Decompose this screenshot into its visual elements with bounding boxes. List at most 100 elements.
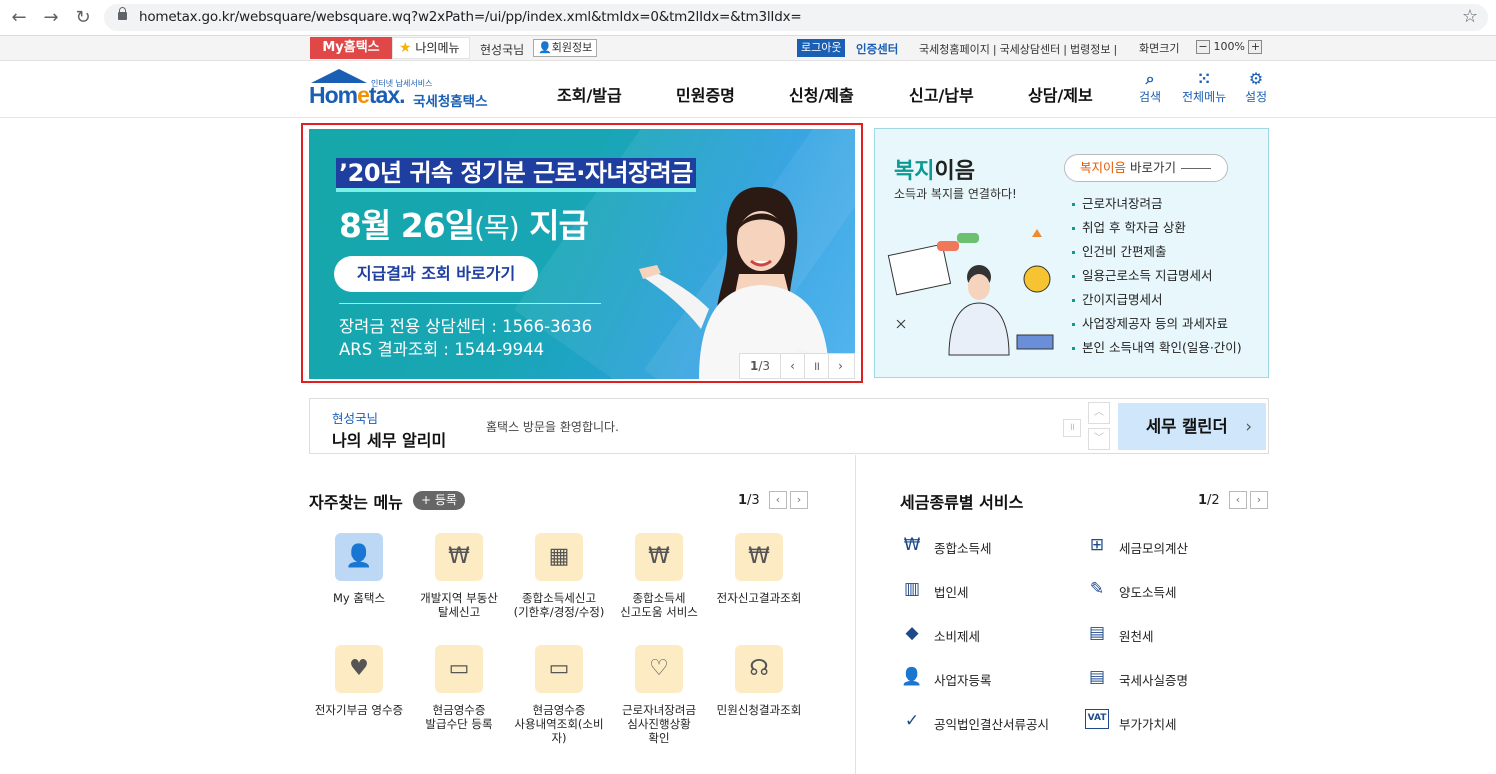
notifier-message[interactable]: 홈택스 방문을 환영합니다. [486, 418, 619, 435]
favorite-cash-receipt-register[interactable]: ▭ 현금영수증 발급수단 등록 [409, 645, 509, 731]
welfare-panel: 복지이음 소득과 복지를 연결하다! 복지이음 바로가기 근로자녀장려금 취업 … [874, 128, 1269, 378]
bookmark-star-icon[interactable]: ☆ [1462, 6, 1478, 27]
favorites-register-button[interactable]: + 등록 [413, 491, 465, 510]
heart-hand-glyph: ♡ [649, 656, 669, 681]
back-icon[interactable]: ← [8, 7, 30, 29]
favorite-donation-receipt[interactable]: ♥ 전자기부금 영수증 [309, 645, 409, 717]
favorite-efiling-result[interactable]: ₩ 전자신고결과조회 [709, 533, 809, 605]
pager-current: 1 [749, 359, 759, 373]
browser-toolbar: ← → ↻ hometax.go.kr/websquare/websquare.… [0, 0, 1496, 36]
util-link-consult[interactable]: 국세상담센터 [1000, 43, 1061, 56]
corporate-building-icon: ▥ [903, 579, 921, 599]
favorites-prev-button[interactable]: ‹ [769, 491, 787, 509]
tax-item-public-disclosure[interactable]: ✓ 공익법인결산서류공시 [905, 711, 1049, 733]
nav-filing[interactable]: 신고/납부 [909, 82, 974, 106]
favorite-income-tax-help[interactable]: ₩ 종합소득세 신고도움 서비스 [609, 533, 709, 619]
favorite-civil-result[interactable]: ☊ 민원신청결과조회 [709, 645, 809, 717]
banner-result-button[interactable]: 지급결과 조회 바로가기 [334, 256, 538, 292]
logout-button[interactable]: 로그아웃 [797, 39, 846, 57]
favorite-realestate-report[interactable]: ₩ 개발지역 부동산 탈세신고 [409, 533, 509, 619]
favorites-title: 자주찾는 메뉴 [309, 493, 403, 512]
welfare-item[interactable]: 인건비 간편제출 [1070, 240, 1242, 264]
clipboard-check-icon: ✓ [904, 711, 920, 731]
nav-certificate[interactable]: 민원증명 [676, 82, 735, 106]
tax-item-consumption[interactable]: ◆ 소비제세 [905, 623, 980, 645]
reload-icon[interactable]: ↻ [72, 7, 94, 29]
util-link-law[interactable]: 법령정보 [1070, 43, 1110, 56]
welfare-item[interactable]: 사업장제공자 등의 과세자료 [1070, 312, 1242, 336]
favorites-page-total: /3 [747, 493, 760, 508]
building-money-glyph: ₩ [448, 544, 470, 569]
main-banner[interactable]: ’20년 귀속 정기분 근로·자녀장려금 8월 26일(목) 지급 지급결과 조… [301, 123, 863, 383]
gear-icon: ⚙ [1248, 69, 1264, 88]
banner-slide[interactable]: ’20년 귀속 정기분 근로·자녀장려금 8월 26일(목) 지급 지급결과 조… [309, 129, 855, 379]
address-bar[interactable]: hometax.go.kr/websquare/websquare.wq?w2x… [104, 4, 1488, 31]
section-divider [855, 455, 856, 774]
tax-services-next-button[interactable]: › [1250, 491, 1268, 509]
my-menu-button[interactable]: ★ 나의메뉴 [392, 37, 470, 59]
nav-consult[interactable]: 상담/제보 [1028, 82, 1093, 106]
income-tax-icon: ₩ [903, 535, 921, 555]
monitor-heart-glyph: ♥ [349, 656, 369, 681]
tax-item-certificate[interactable]: ▤ 국세사실증명 [1089, 667, 1188, 689]
url-text[interactable]: hometax.go.kr/websquare/websquare.wq?w2x… [139, 9, 802, 25]
tax-item-withholding[interactable]: ▤ 원천세 [1089, 623, 1154, 645]
util-link-nts[interactable]: 국세청홈페이지 [919, 43, 990, 56]
banner-prev-button[interactable]: ‹ [780, 354, 804, 378]
tax-item-transfer[interactable]: ✎ 양도소득세 [1090, 579, 1177, 601]
headset-icon: ☊ [735, 645, 783, 693]
tax-item-label: 부가가치세 [1119, 717, 1177, 732]
favorite-my-hometax[interactable]: 👤 My 홈택스 [309, 533, 409, 605]
zoom-out-button[interactable]: − [1196, 40, 1210, 54]
welfare-item[interactable]: 근로자녀장려금 [1070, 192, 1242, 216]
diamond-icon: ◆ [905, 623, 919, 643]
settings-button[interactable]: ⚙ 설정 [1245, 70, 1267, 105]
banner-pager: 1/3 ‹ ॥ › [739, 353, 855, 379]
banner-next-button[interactable]: › [828, 354, 852, 378]
welfare-item[interactable]: 일용근로소득 지급명세서 [1070, 264, 1242, 288]
my-hometax-button[interactable]: My홈택스 [310, 37, 392, 59]
forward-icon[interactable]: → [40, 7, 62, 29]
welfare-subtitle: 소득과 복지를 연결하다! [894, 187, 1017, 201]
calendar-icon: ▦ [535, 533, 583, 581]
favorite-income-tax-filing[interactable]: ▦ 종합소득세신고 (기한후/경정/수정) [509, 533, 609, 619]
zoom-in-button[interactable]: + [1248, 40, 1263, 54]
notifier-pause-button[interactable]: ॥ [1063, 419, 1081, 437]
member-info-button[interactable]: 👤회원정보 [533, 39, 598, 57]
banner-pause-button[interactable]: ॥ [804, 354, 828, 378]
favorite-label: 종합소득세신고 (기한후/경정/수정) [513, 591, 605, 619]
tax-item-business-registration[interactable]: 👤 사업자등록 [901, 667, 991, 689]
welfare-title-a: 복지 [894, 159, 935, 184]
tax-page-total: /2 [1207, 493, 1220, 508]
tax-services-prev-button[interactable]: ‹ [1229, 491, 1247, 509]
banner-date-b: (목) [474, 211, 520, 244]
all-menu-button[interactable]: ⁙ 전체메뉴 [1182, 70, 1226, 105]
welfare-shortcut-button[interactable]: 복지이음 바로가기 [1064, 154, 1228, 182]
favorites-next-button[interactable]: › [790, 491, 808, 509]
hometax-logo[interactable]: 인터넷 납세서비스 Hometax. 국세청홈택스 [309, 68, 499, 114]
favorite-cash-receipt-history[interactable]: ▭ 현금영수증 사용내역조회(소비 자) [509, 645, 609, 745]
tax-item-vat[interactable]: VAT 부가가치세 [1085, 709, 1177, 733]
nav-application[interactable]: 신청/제출 [789, 82, 854, 106]
welfare-item[interactable]: 본인 소득내역 확인(일용·간이) [1070, 336, 1242, 360]
cert-center-link[interactable]: 인증센터 [856, 41, 898, 57]
notifier-down-button[interactable]: ﹀ [1088, 428, 1110, 450]
tax-item-simulation[interactable]: ⊞ 세금모의계산 [1090, 535, 1189, 557]
welfare-item[interactable]: 간이지급명세서 [1070, 288, 1242, 312]
search-button[interactable]: ⌕ 검색 [1139, 70, 1161, 105]
tax-item-corporate[interactable]: ▥ 법인세 [904, 579, 969, 601]
business-user-icon: 👤 [901, 667, 923, 687]
welfare-item[interactable]: 취업 후 학자금 상환 [1070, 216, 1242, 240]
notifier-up-button[interactable]: ︿ [1088, 402, 1110, 424]
search-icon: ⌕ [1145, 69, 1155, 88]
vat-icon: VAT [1085, 709, 1109, 729]
tax-item-label: 세금모의계산 [1119, 541, 1189, 556]
favorite-label: 전자신고결과조회 [716, 591, 802, 605]
tax-calendar-button[interactable]: 세무 캘린더 › [1118, 403, 1266, 450]
nav-inquiry[interactable]: 조회/발급 [557, 82, 622, 106]
tax-item-income[interactable]: ₩ 종합소득세 [904, 535, 992, 557]
tax-item-label: 원천세 [1119, 629, 1154, 644]
favorite-incentive-status[interactable]: ♡ 근로자녀장려금 심사진행상황 확인 [609, 645, 709, 745]
logo-roof [311, 69, 367, 83]
utility-bar: My홈택스 ★ 나의메뉴 현성국님 👤회원정보 로그아웃 인증센터 국세청홈페이… [0, 36, 1496, 61]
